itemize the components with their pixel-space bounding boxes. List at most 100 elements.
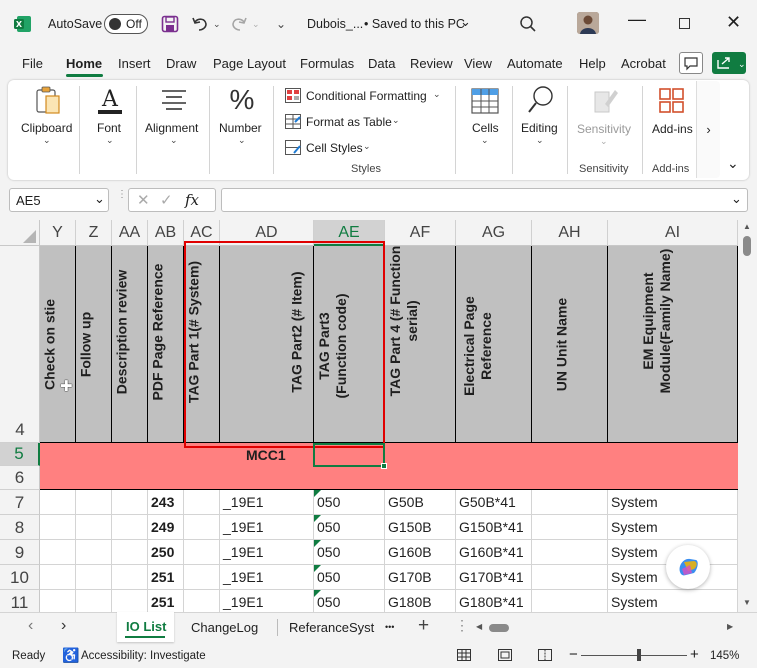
data-cell[interactable] xyxy=(532,515,608,540)
share-button[interactable]: ⌄ xyxy=(712,52,746,74)
cell-styles-icon[interactable] xyxy=(285,140,301,155)
conditional-formatting-button[interactable]: Conditional Formatting xyxy=(306,89,427,103)
tab-home[interactable]: Home xyxy=(66,56,102,71)
data-cell[interactable] xyxy=(40,540,76,565)
data-cell-ad[interactable]: _19E1 xyxy=(220,515,314,540)
vertical-scrollbar[interactable]: ▲ ▼ xyxy=(738,220,757,612)
zoom-out-button[interactable]: − xyxy=(569,646,578,663)
font-label[interactable]: Font xyxy=(97,121,121,135)
confirm-entry-icon[interactable]: ✓ xyxy=(160,191,173,209)
autosave-toggle[interactable]: Off xyxy=(104,14,148,34)
accessibility-icon[interactable]: ♿ xyxy=(62,647,79,664)
data-cell-af[interactable]: G50B xyxy=(385,490,456,515)
data-cell-ag[interactable]: G180B*41 xyxy=(456,590,532,612)
data-cell[interactable] xyxy=(76,590,112,612)
data-cell-ag[interactable]: G150B*41 xyxy=(456,515,532,540)
data-cell-ae[interactable]: 050 xyxy=(314,590,385,612)
name-box[interactable]: AE5 ⌄ xyxy=(9,188,109,212)
conditional-formatting-dropdown-icon[interactable]: ⌄ xyxy=(433,89,441,100)
vertical-scroll-thumb[interactable] xyxy=(743,236,751,256)
maximize-icon[interactable] xyxy=(679,18,690,29)
column-header-ag[interactable]: AG xyxy=(456,220,532,246)
data-cell-ad[interactable]: _19E1 xyxy=(220,540,314,565)
editing-search-icon[interactable] xyxy=(526,84,556,116)
data-cell[interactable] xyxy=(184,490,220,515)
zoom-slider-handle[interactable] xyxy=(637,649,641,661)
cells-icon[interactable] xyxy=(470,86,500,116)
insert-function-icon[interactable]: fx xyxy=(185,191,199,209)
copilot-icon[interactable] xyxy=(666,545,710,589)
save-icon[interactable] xyxy=(161,15,179,33)
column-header-z[interactable]: Z xyxy=(76,220,112,246)
data-cell[interactable] xyxy=(184,540,220,565)
close-icon[interactable]: ✕ xyxy=(726,12,741,33)
percent-icon[interactable]: % xyxy=(228,84,256,116)
tab-view[interactable]: View xyxy=(464,56,492,71)
tab-page-layout[interactable]: Page Layout xyxy=(213,56,286,71)
sheet-tab-referancesystem[interactable]: ReferanceSyst xyxy=(289,620,377,635)
sensitivity-dropdown-icon[interactable]: ⌄ xyxy=(600,136,608,147)
expand-formula-bar-icon[interactable]: ⌄ xyxy=(731,191,742,207)
format-as-table-dropdown-icon[interactable]: ⌄ xyxy=(392,115,400,126)
data-cell[interactable] xyxy=(40,590,76,612)
column-header-ab[interactable]: AB xyxy=(148,220,184,246)
data-cell[interactable] xyxy=(532,490,608,515)
data-cell[interactable] xyxy=(532,565,608,590)
next-sheet-icon[interactable]: › xyxy=(61,617,66,635)
scroll-left-icon[interactable]: ◀ xyxy=(476,622,482,631)
data-cell-ai[interactable]: System xyxy=(608,490,738,515)
header-cell-aa[interactable]: Description review xyxy=(112,246,148,443)
zoom-in-button[interactable]: + xyxy=(690,646,699,663)
data-cell-af[interactable]: G180B xyxy=(385,590,456,612)
prev-sheet-icon[interactable]: ‹ xyxy=(28,617,33,635)
data-cell-ab[interactable]: 251 xyxy=(148,590,184,612)
tab-acrobat[interactable]: Acrobat xyxy=(621,56,666,71)
file-menu-chevron-icon[interactable]: ⌄ xyxy=(460,14,471,30)
row-header-11[interactable]: 11 xyxy=(0,590,40,612)
data-cell[interactable] xyxy=(76,565,112,590)
data-cell-ai[interactable]: System xyxy=(608,515,738,540)
font-icon[interactable]: A xyxy=(96,86,124,116)
data-cell[interactable] xyxy=(76,490,112,515)
number-dropdown-icon[interactable]: ⌄ xyxy=(238,135,246,146)
tab-data[interactable]: Data xyxy=(368,56,395,71)
sensitivity-icon[interactable] xyxy=(591,86,619,116)
data-cell[interactable] xyxy=(76,515,112,540)
data-cell-ab[interactable]: 249 xyxy=(148,515,184,540)
data-cell-ab[interactable]: 251 xyxy=(148,565,184,590)
tab-draw[interactable]: Draw xyxy=(166,56,196,71)
data-cell[interactable] xyxy=(184,565,220,590)
clipboard-dropdown-icon[interactable]: ⌄ xyxy=(43,135,51,146)
data-cell[interactable] xyxy=(112,590,148,612)
select-all-button[interactable] xyxy=(0,220,40,246)
conditional-formatting-icon[interactable] xyxy=(285,88,301,103)
minimize-icon[interactable]: — xyxy=(628,9,646,30)
data-cell-af[interactable]: G170B xyxy=(385,565,456,590)
column-header-ah[interactable]: AH xyxy=(532,220,608,246)
collapse-ribbon-icon[interactable]: ⌄ xyxy=(727,155,739,172)
cancel-entry-icon[interactable]: ✕ xyxy=(137,191,150,209)
sheet-tab-io-list[interactable]: IO List xyxy=(117,612,174,642)
font-dropdown-icon[interactable]: ⌄ xyxy=(106,135,114,146)
redo-dropdown-icon[interactable]: ⌄ xyxy=(252,19,260,30)
horizontal-scroll-thumb[interactable] xyxy=(489,624,509,632)
data-cell-af[interactable]: G150B xyxy=(385,515,456,540)
comments-icon[interactable] xyxy=(679,52,703,74)
clipboard-icon[interactable] xyxy=(34,86,62,116)
undo-dropdown-icon[interactable]: ⌄ xyxy=(213,19,221,30)
data-cell-ae[interactable]: 050 xyxy=(314,540,385,565)
header-cell-y[interactable]: Check on stie ✚ xyxy=(40,246,76,443)
data-cell-af[interactable]: G160B xyxy=(385,540,456,565)
data-cell-ag[interactable]: G170B*41 xyxy=(456,565,532,590)
scroll-right-icon[interactable]: ▶ xyxy=(727,622,733,631)
customize-qat-icon[interactable]: ⌄ xyxy=(276,17,286,31)
data-cell-ae[interactable]: 050 xyxy=(314,515,385,540)
data-cell[interactable] xyxy=(532,590,608,612)
row-header-6[interactable]: 6 xyxy=(0,466,40,490)
formula-input[interactable]: ⌄ xyxy=(221,188,748,212)
sheet-tab-changelog[interactable]: ChangeLog xyxy=(191,620,258,635)
column-header-y[interactable]: Y xyxy=(40,220,76,246)
ribbon-scroll-right-button[interactable]: › xyxy=(696,81,720,178)
header-cell-ag[interactable]: Electrical Page Reference xyxy=(456,246,532,443)
avatar[interactable] xyxy=(577,12,599,34)
